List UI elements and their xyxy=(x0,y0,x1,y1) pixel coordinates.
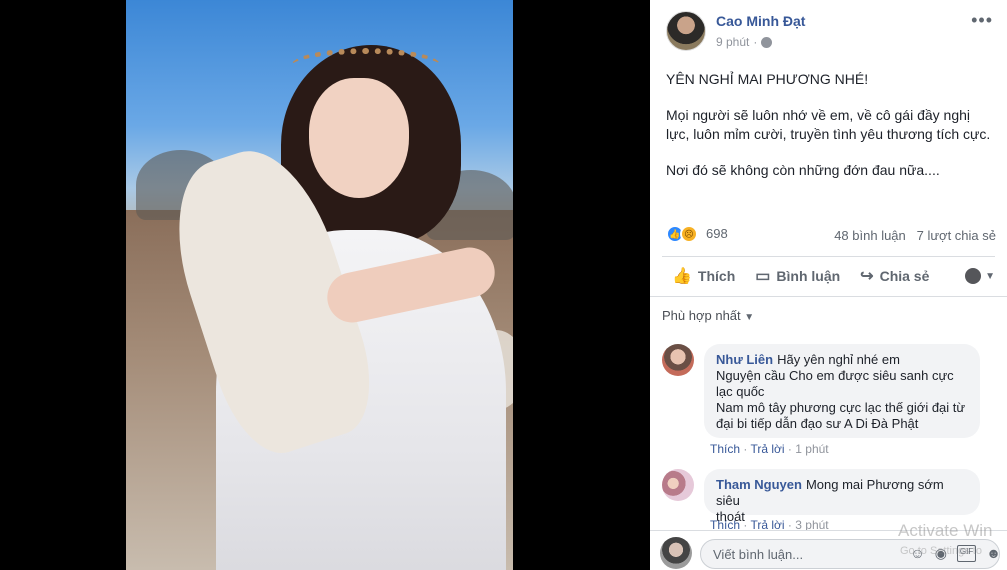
comment-label: Bình luận xyxy=(776,268,841,284)
thumbs-up-icon: 👍 xyxy=(672,268,692,285)
action-bar: 👍 Thích ▭ Bình luận ↪ Chia sẻ ▼ xyxy=(662,260,995,292)
author-avatar[interactable] xyxy=(666,11,706,51)
reaction-bar: 👍 ☹ 698 48 bình luận 7 lượt chia sẻ xyxy=(666,224,996,244)
sort-label: Phù hợp nhất xyxy=(662,308,741,323)
commenter-avatar[interactable] xyxy=(662,344,694,376)
identity-avatar xyxy=(965,268,982,284)
comment-bubble: Tham Nguyen Mong mai Phương sớm siêu thoá… xyxy=(704,469,980,524)
shares-count[interactable]: 7 lượt chia sẻ xyxy=(917,228,996,243)
globe-icon[interactable] xyxy=(761,36,773,48)
commenter-name[interactable]: Tham Nguyen xyxy=(716,477,802,492)
commenter-name[interactable]: Như Liên xyxy=(716,352,773,367)
post-panel: Cao Minh Đạt 9 phút · ••• YÊN NGHỈ MAI P… xyxy=(650,0,1007,570)
post-stats: 48 bình luận 7 lượt chia sẻ xyxy=(834,228,996,243)
photo-viewer xyxy=(0,0,650,570)
comment-button[interactable]: ▭ Bình luận xyxy=(745,260,850,292)
comment-text: Nguyện cầu Cho em được siêu sanh cực xyxy=(716,368,954,383)
like-button[interactable]: 👍 Thích xyxy=(662,260,745,292)
divider xyxy=(662,256,995,257)
reaction-icons[interactable]: 👍 ☹ xyxy=(666,225,698,243)
caret-down-icon: ▼ xyxy=(744,312,755,323)
activate-windows-subtext: Go to Settings to xyxy=(900,545,982,557)
post-photo[interactable] xyxy=(126,0,513,570)
post-paragraph: Nơi đó sẽ không còn những đớn đau nữa...… xyxy=(666,162,940,178)
reaction-identity-selector[interactable]: ▼ xyxy=(965,268,995,284)
comment-sort-dropdown[interactable]: Phù hợp nhất ▼ xyxy=(662,308,754,323)
comment-time[interactable]: 1 phút xyxy=(795,442,828,456)
commenter-avatar[interactable] xyxy=(662,469,694,501)
reaction-count[interactable]: 698 xyxy=(706,226,728,241)
activate-windows-watermark: Activate Win xyxy=(898,521,993,540)
post-time[interactable]: 9 phút xyxy=(716,35,749,49)
meta-dot: · xyxy=(787,442,792,456)
like-label: Thích xyxy=(697,268,736,284)
post-paragraph: YÊN NGHỈ MAI PHƯƠNG NHÉ! xyxy=(666,71,869,87)
post-text: YÊN NGHỈ MAI PHƯƠNG NHÉ! Mọi người sẽ lu… xyxy=(666,70,996,197)
post-header: Cao Minh Đạt 9 phút · ••• xyxy=(650,0,1007,60)
comment-text: Hãy yên nghỉ nhé em xyxy=(777,352,900,367)
share-arrow-icon: ↪ xyxy=(860,268,874,285)
ellipsis-icon[interactable]: ••• xyxy=(971,10,993,31)
photo-face xyxy=(309,78,409,198)
speech-bubble-icon: ▭ xyxy=(755,268,771,285)
comment-actions: Thích · Trả lời · 1 phút xyxy=(710,442,829,456)
post-meta: 9 phút · xyxy=(716,35,773,49)
meta-separator: · xyxy=(753,35,758,49)
caret-down-icon: ▼ xyxy=(985,270,995,282)
meta-dot: · xyxy=(743,442,748,456)
comment-text: đại bi tiếp dẫn đạo sư A Di Đà Phật xyxy=(716,416,919,431)
divider xyxy=(650,296,1007,297)
comment-bubble: Như Liên Hãy yên nghỉ nhé em Nguyện cầu C… xyxy=(704,344,980,438)
author-name[interactable]: Cao Minh Đạt xyxy=(716,13,805,29)
comment-placeholder: Viết bình luận... xyxy=(713,547,804,562)
sticker-icon[interactable]: ☻ xyxy=(986,545,1001,562)
comment-reply-link[interactable]: Trả lời xyxy=(750,442,784,456)
share-label: Chia sẻ xyxy=(879,268,930,284)
sad-reaction-icon: ☹ xyxy=(680,225,698,243)
current-user-avatar xyxy=(660,537,692,569)
post-paragraph: Mọi người sẽ luôn nhớ về em, về cô gái đ… xyxy=(666,107,991,142)
comment-like-link[interactable]: Thích xyxy=(710,442,740,456)
comment-text: Nam mô tây phương cực lạc thế giới đại t… xyxy=(716,400,966,415)
comments-count[interactable]: 48 bình luận xyxy=(834,228,906,243)
photo-crown xyxy=(291,48,441,84)
share-button[interactable]: ↪ Chia sẻ xyxy=(850,260,939,292)
comment-text: lạc quốc xyxy=(716,384,765,399)
